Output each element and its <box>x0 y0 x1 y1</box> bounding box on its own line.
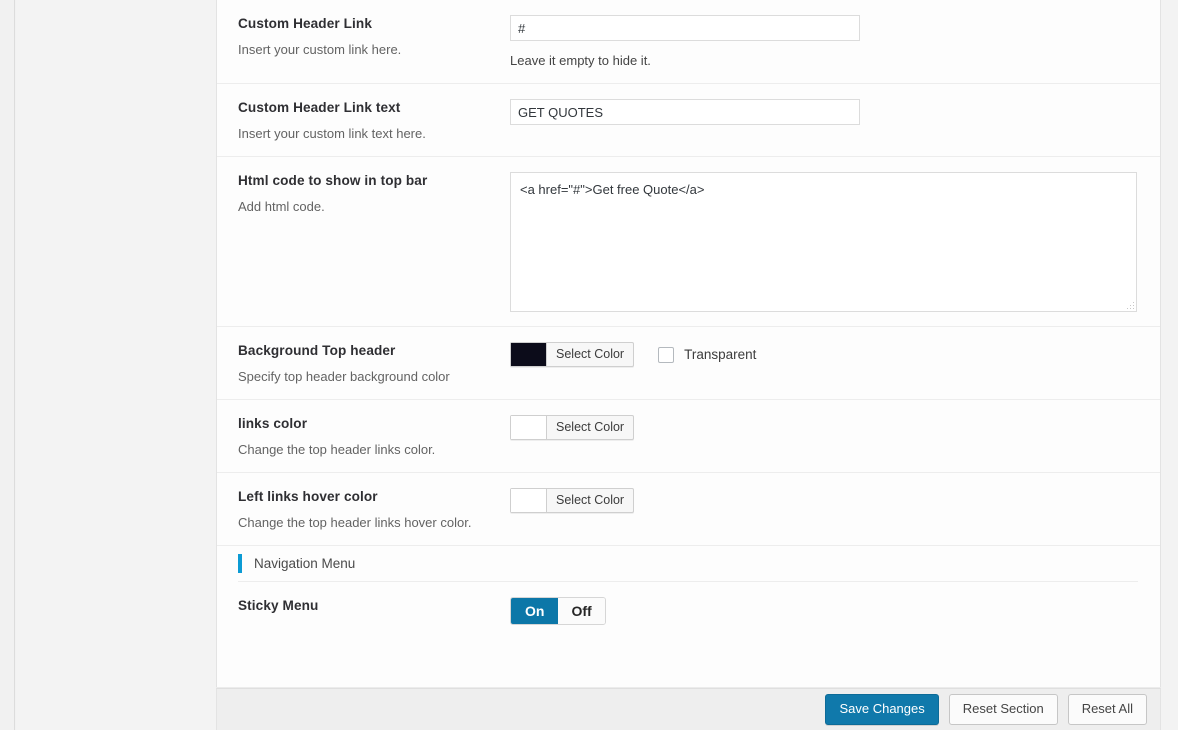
save-changes-button[interactable]: Save Changes <box>825 694 939 725</box>
field-description <box>238 623 494 640</box>
left-links-hover-color-button[interactable]: Select Color <box>510 488 635 513</box>
custom-header-link-text-input[interactable] <box>510 99 860 125</box>
field-title: Custom Header Link <box>238 16 372 31</box>
field-label-block: Sticky Menu <box>238 596 510 640</box>
field-description: Specify top header background color <box>238 369 450 384</box>
field-control-block: Select Color <box>510 487 1138 513</box>
transparent-checkbox[interactable] <box>658 346 675 363</box>
reset-section-button[interactable]: Reset Section <box>948 694 1058 725</box>
field-control-block: Leave it empty to hide it. <box>510 14 1138 69</box>
select-color-label: Select Color <box>556 493 625 507</box>
field-control-block: Select Color Transparent <box>510 341 1138 367</box>
field-html-code-top-bar: Html code to show in top bar Add html co… <box>217 157 1160 327</box>
html-code-textarea[interactable]: <a href="#">Get free Quote</a> <box>510 172 1137 312</box>
field-title: Sticky Menu <box>238 598 319 613</box>
transparent-checkbox-wrapper: Transparent <box>658 346 757 363</box>
section-title: Navigation Menu <box>254 555 356 571</box>
sticky-menu-toggle[interactable]: On Off <box>510 597 606 625</box>
select-color-label: Select Color <box>556 347 625 361</box>
transparent-checkbox-label: Transparent <box>684 346 757 362</box>
color-swatch <box>511 416 547 439</box>
field-control-block <box>510 98 1138 125</box>
field-label-block: Background Top header Specify top header… <box>238 341 510 385</box>
field-custom-header-link: Custom Header Link Insert your custom li… <box>217 0 1160 84</box>
field-control-block: On Off <box>510 596 1138 625</box>
field-title: Html code to show in top bar <box>238 173 428 188</box>
field-custom-header-link-text: Custom Header Link text Insert your cust… <box>217 84 1160 157</box>
section-header-navigation-menu: Navigation Menu <box>238 546 1138 582</box>
toggle-off-option[interactable]: Off <box>558 598 605 624</box>
custom-header-link-input[interactable] <box>510 15 860 41</box>
options-scroll-area[interactable]: Custom Header Link Insert your custom li… <box>217 0 1160 730</box>
field-label-block: Custom Header Link Insert your custom li… <box>238 14 510 58</box>
color-picker-row: Select Color Transparent <box>510 342 1138 367</box>
color-swatch <box>511 489 547 512</box>
field-title: Left links hover color <box>238 489 378 504</box>
section-accent-bar <box>238 554 242 573</box>
field-label-block: Left links hover color Change the top he… <box>238 487 510 531</box>
field-description: Insert your custom link text here. <box>238 126 426 141</box>
admin-sidebar-rail <box>0 0 15 730</box>
field-title: Custom Header Link text <box>238 100 401 115</box>
field-description: Change the top header links hover color. <box>238 515 472 530</box>
field-links-color: links color Change the top header links … <box>217 400 1160 473</box>
field-control-block: <a href="#">Get free Quote</a> <box>510 171 1138 312</box>
field-left-links-hover-color: Left links hover color Change the top he… <box>217 473 1160 546</box>
theme-options-screen: Custom Header Link Insert your custom li… <box>0 0 1178 730</box>
field-title: Background Top header <box>238 343 396 358</box>
field-control-block: Select Color <box>510 414 1138 440</box>
color-picker-row: Select Color <box>510 488 1138 513</box>
color-picker-row: Select Color <box>510 415 1138 440</box>
options-panel: Custom Header Link Insert your custom li… <box>216 0 1161 730</box>
reset-all-button[interactable]: Reset All <box>1067 694 1147 725</box>
color-swatch <box>511 343 547 366</box>
field-description: Change the top header links color. <box>238 442 436 457</box>
options-footer-bar: Save Changes Reset Section Reset All <box>216 688 1161 730</box>
field-description: Add html code. <box>238 199 325 214</box>
field-sticky-menu: Sticky Menu On Off <box>217 582 1160 654</box>
field-description: Insert your custom link here. <box>238 42 402 57</box>
toggle-on-option[interactable]: On <box>511 598 559 624</box>
links-color-button[interactable]: Select Color <box>510 415 635 440</box>
textarea-wrapper: <a href="#">Get free Quote</a> <box>510 172 1137 312</box>
custom-header-link-hint: Leave it empty to hide it. <box>510 53 651 68</box>
background-top-header-color-button[interactable]: Select Color <box>510 342 635 367</box>
field-label-block: Html code to show in top bar Add html co… <box>238 171 510 215</box>
field-background-top-header: Background Top header Specify top header… <box>217 327 1160 400</box>
select-color-label: Select Color <box>556 420 625 434</box>
field-label-block: links color Change the top header links … <box>238 414 510 458</box>
field-label-block: Custom Header Link text Insert your cust… <box>238 98 510 142</box>
field-title: links color <box>238 416 308 431</box>
